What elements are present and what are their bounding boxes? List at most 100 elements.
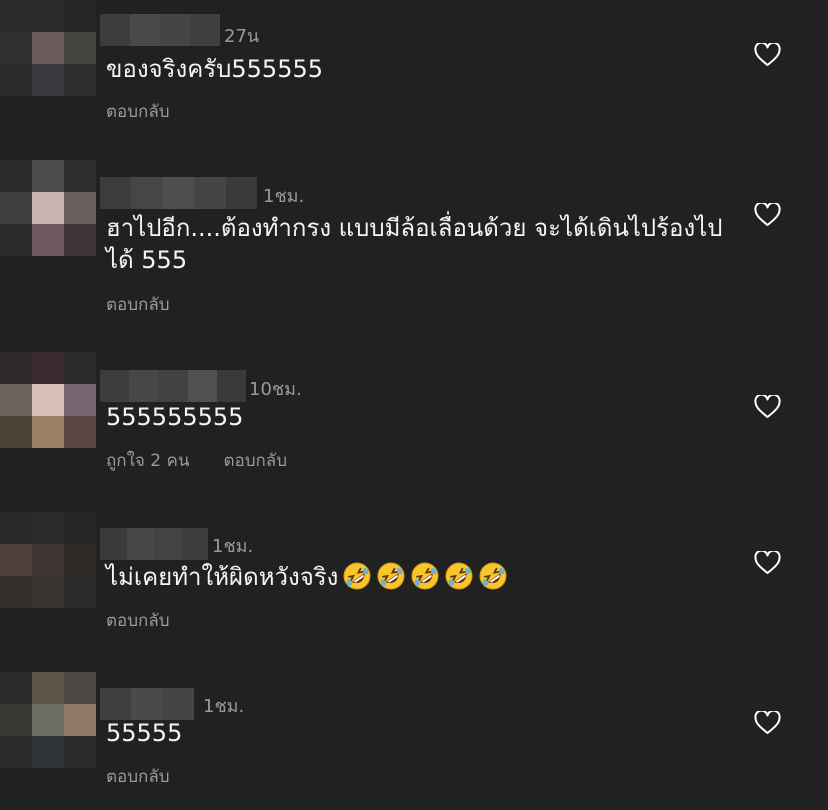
rolling-on-floor-laughing-emoji (377, 562, 405, 590)
avatar[interactable] (0, 672, 96, 768)
username-pixel (194, 177, 226, 209)
avatar-pixel (32, 192, 64, 224)
heart-icon[interactable] (754, 711, 781, 735)
username-pixel (225, 177, 257, 209)
likes-count-button[interactable]: ถูกใจ 2 คน (106, 447, 189, 474)
avatar-pixel (64, 576, 96, 608)
comment-timestamp: 1ชม. (212, 536, 254, 557)
rolling-on-floor-laughing-emoji (343, 562, 371, 590)
avatar-pixel (0, 352, 32, 384)
reply-button[interactable]: ตอบกลับ (106, 98, 170, 125)
avatar-pixel (0, 736, 32, 768)
username-pixel (190, 14, 220, 46)
heart-icon[interactable] (754, 395, 781, 419)
avatar-pixel (64, 416, 96, 448)
avatar-pixel (32, 64, 64, 96)
avatar[interactable] (0, 512, 96, 608)
comment-timestamp: 10ชม. (249, 379, 302, 400)
avatar-pixel (0, 544, 32, 576)
comment-timestamp: 1ชม. (263, 186, 305, 207)
comment-text-line-2: ได้ 555 (106, 246, 188, 274)
username-blurred[interactable] (100, 370, 246, 402)
username-blurred[interactable] (100, 14, 220, 46)
avatar[interactable] (0, 352, 96, 448)
avatar-pixel (32, 0, 64, 32)
rolling-on-floor-laughing-emoji (411, 562, 439, 590)
avatar-pixel (32, 672, 64, 704)
comment-text: ของจริงครับ555555 (106, 55, 324, 83)
avatar-pixel (64, 352, 96, 384)
avatar-pixel (32, 736, 64, 768)
reply-button[interactable]: ตอบกลับ (223, 447, 287, 474)
emoji-group (338, 562, 508, 591)
username-pixel (216, 370, 246, 402)
avatar-pixel (32, 352, 64, 384)
avatar-pixel (64, 224, 96, 256)
avatar-pixel (32, 416, 64, 448)
username-pixel (100, 688, 132, 720)
reply-button[interactable]: ตอบกลับ (106, 607, 170, 634)
username-blurred[interactable] (100, 528, 208, 560)
username-pixel (158, 370, 188, 402)
avatar-pixel (32, 32, 64, 64)
comment-actions: ตอบกลับ (106, 763, 170, 790)
avatar-pixel (0, 512, 32, 544)
avatar-pixel (0, 160, 32, 192)
avatar[interactable] (0, 160, 96, 256)
reply-button[interactable]: ตอบกลับ (106, 291, 170, 318)
avatar-pixel (64, 672, 96, 704)
username-pixel (162, 688, 194, 720)
avatar-pixel (32, 576, 64, 608)
username-pixel (130, 14, 160, 46)
username-pixel (100, 528, 127, 560)
username-blurred[interactable] (100, 688, 194, 720)
comment-timestamp: 27น (224, 26, 260, 47)
avatar-pixel (0, 384, 32, 416)
avatar-pixel (32, 544, 64, 576)
comment-timestamp: 1ชม. (203, 696, 245, 717)
username-pixel (154, 528, 181, 560)
avatar-pixel (64, 192, 96, 224)
reply-button[interactable]: ตอบกลับ (106, 763, 170, 790)
avatar-pixel (0, 672, 32, 704)
avatar-pixel (0, 416, 32, 448)
avatar-pixel (0, 64, 32, 96)
avatar-pixel (32, 512, 64, 544)
heart-icon[interactable] (754, 43, 781, 67)
avatar-pixel (0, 0, 32, 32)
username-pixel (131, 177, 163, 209)
avatar-pixel (64, 32, 96, 64)
username-pixel (129, 370, 159, 402)
avatar-pixel (32, 160, 64, 192)
rolling-on-floor-laughing-emoji (445, 562, 473, 590)
username-blurred[interactable] (100, 177, 257, 209)
avatar-pixel (0, 704, 32, 736)
heart-icon[interactable] (754, 551, 781, 575)
username-pixel (131, 688, 163, 720)
username-pixel (160, 14, 190, 46)
username-pixel (162, 177, 195, 209)
avatar-pixel (64, 512, 96, 544)
avatar-pixel (64, 160, 96, 192)
comment-actions: ตอบกลับ (106, 607, 170, 634)
username-pixel (127, 528, 154, 560)
avatar-pixel (32, 384, 64, 416)
avatar-pixel (32, 224, 64, 256)
username-pixel (187, 370, 217, 402)
avatar[interactable] (0, 0, 96, 96)
avatar-pixel (0, 192, 32, 224)
avatar-pixel (0, 576, 32, 608)
avatar-pixel (64, 384, 96, 416)
username-pixel (100, 370, 130, 402)
comment-text-line-1: ฮาไปอีก....ต้องทำกรง แบบมีล้อเลื่อนด้วย … (106, 214, 723, 242)
comment-text: ไม่เคยทำให้ผิดหวังจริง (106, 561, 508, 593)
comment-text-body: ไม่เคยทำให้ผิดหวังจริง (106, 563, 339, 591)
heart-icon[interactable] (754, 203, 781, 227)
avatar-pixel (64, 544, 96, 576)
avatar-pixel (32, 704, 64, 736)
username-pixel (181, 528, 208, 560)
username-pixel (100, 177, 132, 209)
comment-actions: ตอบกลับ (106, 291, 170, 318)
username-pixel (100, 14, 130, 46)
avatar-pixel (0, 32, 32, 64)
